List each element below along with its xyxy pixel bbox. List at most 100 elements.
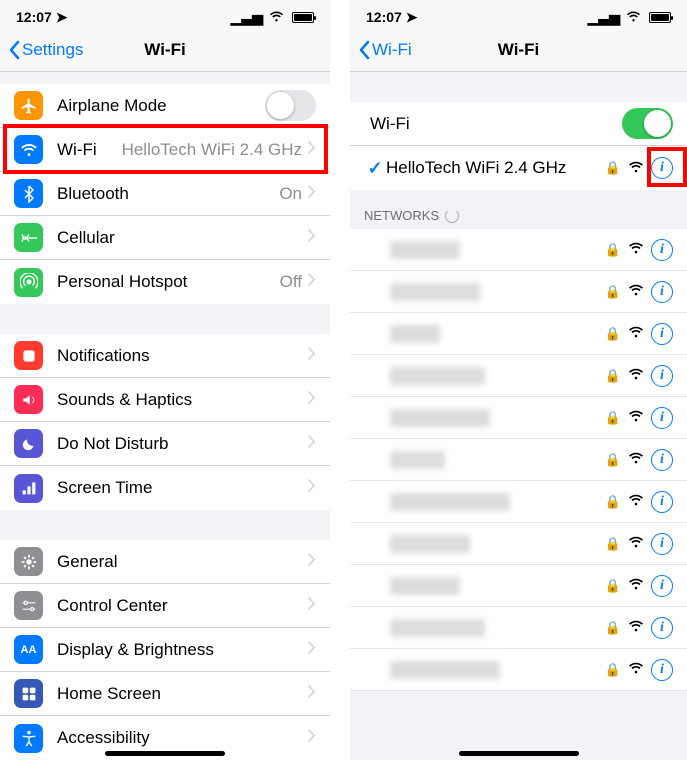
- info-icon[interactable]: i: [651, 449, 673, 471]
- detail-text: On: [279, 184, 302, 204]
- status-bar: 12:07 ➤ ▁▃▅: [350, 0, 687, 28]
- network-name-blurred: [390, 451, 445, 469]
- lock-icon: 🔒: [605, 284, 621, 300]
- location-icon: ➤: [406, 9, 418, 25]
- hotspot-icon: [14, 268, 43, 297]
- signal-icon: ▁▃▅: [231, 9, 263, 26]
- network-row[interactable]: 🔒i: [350, 523, 687, 565]
- wifi-signal-icon: [628, 241, 644, 259]
- back-button[interactable]: Wi-Fi: [350, 40, 412, 60]
- settings-row-cellular[interactable]: Cellular: [0, 216, 330, 260]
- dnd-icon: [14, 429, 43, 458]
- wifi-signal-icon: [628, 409, 644, 427]
- wifi-signal-icon: [628, 661, 644, 679]
- wifi-icon: [626, 9, 641, 25]
- chevron-right-icon: [308, 347, 316, 365]
- info-icon[interactable]: i: [651, 323, 673, 345]
- row-label: Home Screen: [57, 684, 308, 704]
- network-row[interactable]: 🔒i: [350, 229, 687, 271]
- settings-row-bluetooth[interactable]: BluetoothOn: [0, 172, 330, 216]
- settings-row-controlcenter[interactable]: Control Center: [0, 584, 330, 628]
- network-row[interactable]: 🔒i: [350, 439, 687, 481]
- settings-row-airplane[interactable]: Airplane Mode: [0, 84, 330, 128]
- network-row[interactable]: 🔒i: [350, 355, 687, 397]
- wifi-signal-icon: [628, 577, 644, 595]
- info-icon[interactable]: i: [651, 365, 673, 387]
- row-label: Notifications: [57, 346, 308, 366]
- network-row[interactable]: 🔒i: [350, 565, 687, 607]
- info-icon[interactable]: i: [651, 617, 673, 639]
- lock-icon: 🔒: [605, 242, 621, 258]
- info-icon[interactable]: i: [651, 239, 673, 261]
- row-label: Bluetooth: [57, 184, 279, 204]
- settings-row-screentime[interactable]: Screen Time: [0, 466, 330, 510]
- chevron-right-icon: [308, 729, 316, 747]
- wifi-signal-icon: [628, 367, 644, 385]
- nav-bar: Settings Wi-Fi: [0, 28, 330, 72]
- row-label: Airplane Mode: [57, 96, 265, 116]
- settings-row-notifications[interactable]: Notifications: [0, 334, 330, 378]
- wifi-signal-icon: [628, 451, 644, 469]
- toggle[interactable]: [265, 90, 316, 121]
- nav-bar: Wi-Fi Wi-Fi: [350, 28, 687, 72]
- info-icon[interactable]: i: [651, 491, 673, 513]
- info-icon[interactable]: i: [651, 575, 673, 597]
- back-button[interactable]: Settings: [0, 40, 83, 60]
- battery-icon: [649, 12, 671, 23]
- screentime-icon: [14, 474, 43, 503]
- chevron-right-icon: [308, 229, 316, 247]
- check-icon: ✓: [364, 158, 386, 179]
- network-name-blurred: [390, 493, 510, 511]
- network-name-blurred: [390, 367, 485, 385]
- network-name-blurred: [390, 535, 470, 553]
- lock-icon: 🔒: [605, 410, 621, 426]
- wifi-signal-icon: [628, 619, 644, 637]
- settings-row-display[interactable]: AA Display & Brightness: [0, 628, 330, 672]
- wifi-screen: 12:07 ➤ ▁▃▅ Wi-Fi Wi-Fi Wi-Fi ✓: [350, 0, 687, 760]
- home-indicator: [459, 751, 579, 756]
- lock-icon: 🔒: [605, 494, 621, 510]
- info-icon[interactable]: i: [651, 659, 673, 681]
- detail-text: Off: [280, 272, 302, 292]
- info-icon[interactable]: i: [651, 533, 673, 555]
- row-label: Display & Brightness: [57, 640, 308, 660]
- network-row[interactable]: 🔒i: [350, 481, 687, 523]
- row-label: Do Not Disturb: [57, 434, 308, 454]
- network-row[interactable]: 🔒i: [350, 313, 687, 355]
- settings-row-hotspot[interactable]: Personal HotspotOff: [0, 260, 330, 304]
- row-label: Screen Time: [57, 478, 308, 498]
- homescreen-icon: [14, 679, 43, 708]
- settings-row-wifi[interactable]: Wi-FiHelloTech WiFi 2.4 GHz: [0, 128, 330, 172]
- network-name-blurred: [390, 661, 500, 679]
- settings-row-homescreen[interactable]: Home Screen: [0, 672, 330, 716]
- chevron-right-icon: [308, 185, 316, 203]
- row-label: Accessibility: [57, 728, 308, 748]
- settings-row-sounds[interactable]: Sounds & Haptics: [0, 378, 330, 422]
- display-icon: AA: [14, 635, 43, 664]
- battery-icon: [292, 12, 314, 23]
- network-name-blurred: [390, 577, 460, 595]
- lock-icon: 🔒: [605, 326, 621, 342]
- wifi-toggle-row[interactable]: Wi-Fi: [350, 102, 687, 146]
- wifi-icon: [269, 9, 284, 25]
- info-icon[interactable]: i: [651, 407, 673, 429]
- chevron-right-icon: [308, 553, 316, 571]
- lock-icon: 🔒: [605, 578, 621, 594]
- row-label: General: [57, 552, 308, 572]
- network-row[interactable]: 🔒i: [350, 649, 687, 691]
- network-row[interactable]: 🔒i: [350, 271, 687, 313]
- network-row[interactable]: 🔒i: [350, 397, 687, 439]
- wifi-toggle[interactable]: [622, 108, 673, 139]
- cellular-icon: [14, 223, 43, 252]
- info-icon[interactable]: i: [651, 281, 673, 303]
- settings-row-general[interactable]: General: [0, 540, 330, 584]
- info-icon[interactable]: i: [651, 157, 673, 179]
- wifi-signal-icon: [628, 325, 644, 343]
- network-name-blurred: [390, 409, 490, 427]
- connected-network-row[interactable]: ✓ HelloTech WiFi 2.4 GHz 🔒 i: [350, 146, 687, 190]
- wifi-signal-icon: [628, 493, 644, 511]
- row-label: Cellular: [57, 228, 308, 248]
- settings-row-dnd[interactable]: Do Not Disturb: [0, 422, 330, 466]
- network-row[interactable]: 🔒i: [350, 607, 687, 649]
- accessibility-icon: [14, 724, 43, 753]
